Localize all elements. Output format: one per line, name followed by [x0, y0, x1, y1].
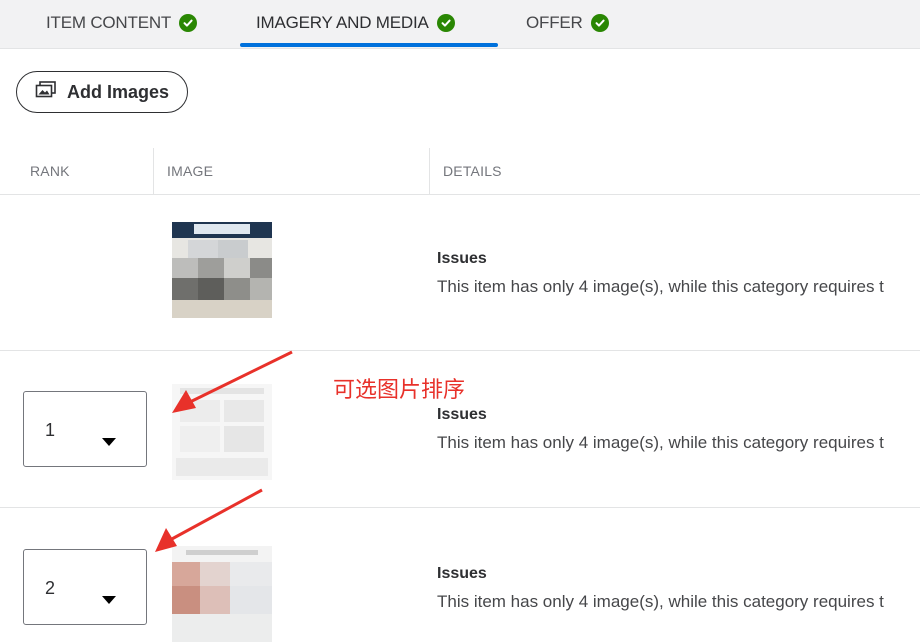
caret-down-icon [102, 438, 116, 446]
active-tab-indicator [240, 43, 498, 47]
rank-select[interactable]: 1 [23, 391, 147, 467]
check-circle-icon [590, 14, 609, 32]
tab-label: ITEM CONTENT [46, 13, 172, 32]
product-image-thumbnail[interactable] [172, 546, 272, 642]
tab-offer[interactable]: OFFER [526, 0, 609, 46]
table-row: Issues This item has only 4 image(s), wh… [0, 195, 920, 351]
add-images-button[interactable]: Add Images [16, 71, 188, 113]
table-row: 2 Issues This item has only 4 image(s), … [0, 508, 920, 642]
column-header-rank[interactable]: RANK [30, 148, 70, 194]
tab-label: IMAGERY AND MEDIA [256, 13, 429, 32]
column-header-details[interactable]: DETAILS [443, 148, 502, 194]
column-divider [429, 148, 430, 194]
caret-down-icon [102, 596, 116, 604]
annotation-label: 可选图片排序 [333, 378, 466, 403]
tab-label: OFFER [526, 13, 583, 32]
issue-text: This item has only 4 image(s), while thi… [437, 277, 884, 296]
issue-title: Issues [437, 250, 487, 267]
column-header-image[interactable]: IMAGE [167, 148, 213, 194]
tab-bar: ITEM CONTENT IMAGERY AND MEDIA OFFER [0, 0, 920, 49]
product-image-thumbnail[interactable] [172, 222, 272, 318]
table-header: RANK IMAGE DETAILS [0, 148, 920, 195]
check-circle-icon [179, 14, 198, 32]
image-icon [35, 80, 57, 104]
issue-text: This item has only 4 image(s), while thi… [437, 592, 884, 611]
rank-value: 1 [45, 420, 56, 440]
rank-value: 2 [45, 578, 56, 598]
issue-text: This item has only 4 image(s), while thi… [437, 433, 884, 452]
issue-title: Issues [437, 565, 487, 582]
check-circle-icon [436, 14, 455, 32]
rank-select[interactable]: 2 [23, 549, 147, 625]
tab-item-content[interactable]: ITEM CONTENT [46, 0, 198, 46]
issue-title: Issues [437, 406, 487, 423]
add-images-label: Add Images [66, 81, 170, 102]
tab-imagery-and-media[interactable]: IMAGERY AND MEDIA [256, 0, 455, 46]
column-divider [153, 148, 154, 194]
product-image-thumbnail[interactable] [172, 384, 272, 480]
